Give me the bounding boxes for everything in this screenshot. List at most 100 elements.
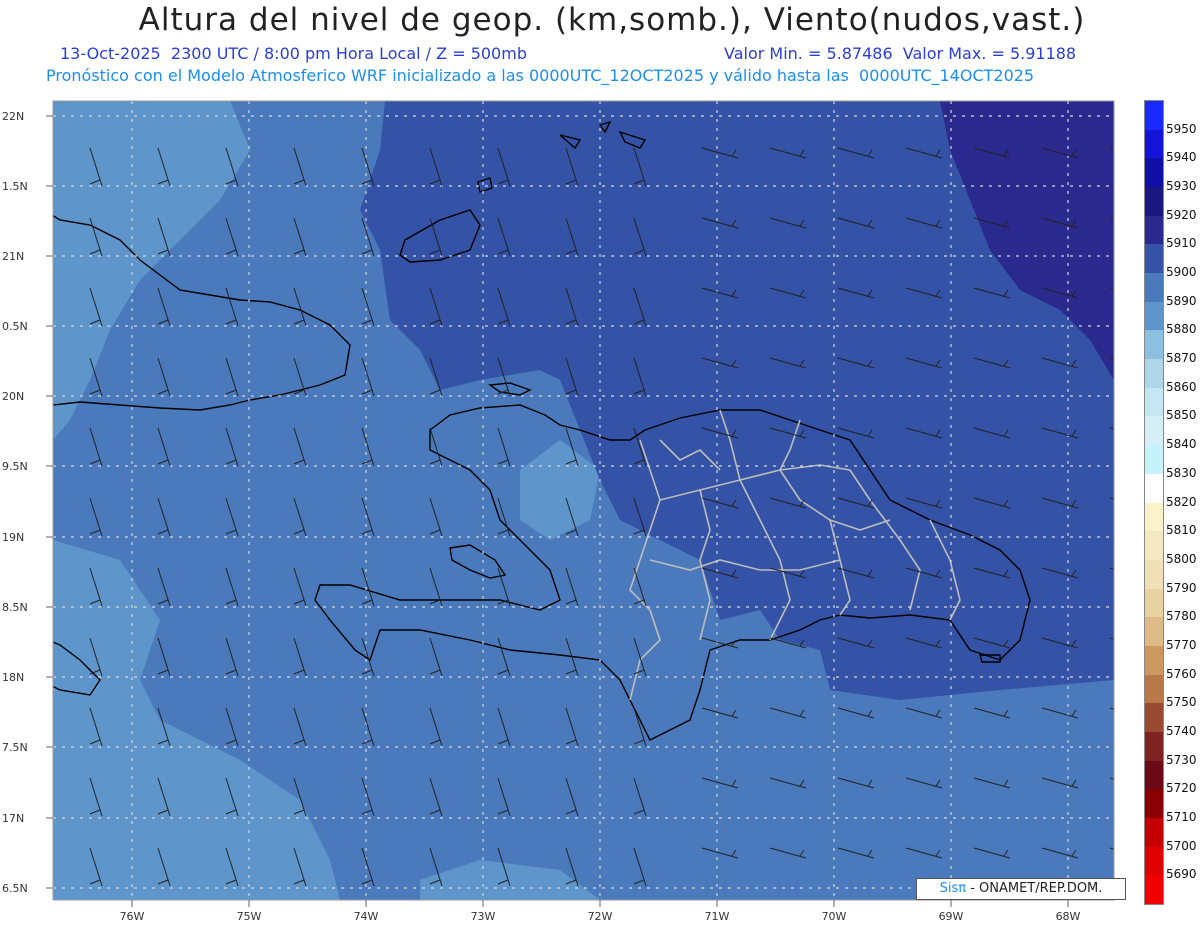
colorbar-label: 5920 [1166, 207, 1197, 222]
wind-barb [498, 918, 510, 927]
colorbar-label: 5810 [1166, 523, 1197, 538]
colorbar-label: 5900 [1166, 265, 1197, 280]
lon-label: 68W [1056, 910, 1081, 923]
wind-barb [1109, 847, 1114, 850]
lon-label: 70W [822, 910, 847, 923]
colorbar-label: 5890 [1166, 293, 1197, 308]
lat-label: 0.5N [2, 320, 28, 333]
credit-box: Sisπ - ONAMET/REP.DOM. [916, 878, 1126, 900]
colorbar-swatch [1145, 588, 1163, 618]
colorbar-swatch [1145, 473, 1163, 503]
lat-label: 20N [2, 390, 24, 403]
colorbar-swatch [1145, 359, 1163, 389]
colorbar-swatch [1145, 502, 1163, 532]
credit-text: - ONAMET/REP.DOM. [966, 881, 1103, 896]
colorbar-swatch [1145, 387, 1163, 417]
colorbar-label: 5720 [1166, 781, 1197, 796]
colorbar-swatch [1145, 101, 1163, 131]
lon-label: 76W [120, 910, 145, 923]
colorbar-label: 5870 [1166, 351, 1197, 366]
lat-label: 1.5N [2, 180, 28, 193]
wind-barb [1109, 497, 1114, 500]
colorbar-swatch [1145, 789, 1163, 819]
colorbar-label: 5770 [1166, 637, 1197, 652]
lat-label: 19N [2, 531, 24, 544]
colorbar-swatch [1145, 215, 1163, 245]
colorbar-swatch [1145, 703, 1163, 733]
colorbar-swatch [1145, 244, 1163, 274]
colorbar-label: 5930 [1166, 179, 1197, 194]
colorbar-swatch [1145, 158, 1163, 188]
colorbar-label: 5880 [1166, 322, 1197, 337]
wind-barb [1109, 217, 1114, 220]
colorbar-swatch [1145, 531, 1163, 561]
lon-label: 69W [939, 910, 964, 923]
colorbar-swatch [1145, 817, 1163, 848]
colorbar-label: 5830 [1166, 465, 1197, 480]
colorbar-label: 5850 [1166, 408, 1197, 423]
colorbar-label: 5800 [1166, 551, 1197, 566]
lon-labels: 76W 75W 74W 73W 72W 71W 70W 69W 68W [120, 910, 1081, 923]
wind-barb [1109, 427, 1114, 430]
lat-label: 6.5N [2, 882, 28, 895]
colorbar-swatch [1145, 416, 1163, 446]
colorbar-label: 5910 [1166, 236, 1197, 251]
wind-barb [1109, 567, 1114, 570]
colorbar-label: 5840 [1166, 437, 1197, 452]
lon-label: 75W [237, 910, 262, 923]
wind-barb [430, 918, 442, 927]
lon-label: 71W [705, 910, 730, 923]
colorbar-label: 5940 [1166, 150, 1197, 165]
colorbar-swatch [1145, 760, 1163, 790]
colorbar-label: 5860 [1166, 379, 1197, 394]
wind-barb [1110, 918, 1146, 927]
colorbar-label: 5710 [1166, 809, 1197, 824]
wind-barb [634, 918, 646, 927]
lon-label: 72W [588, 910, 613, 923]
wind-barb [1109, 147, 1114, 150]
lon-label: 74W [354, 910, 379, 923]
lat-labels: 22N 1.5N 21N 0.5N 20N 9.5N 19N 8.5N 18N … [2, 110, 28, 895]
wind-barb [1109, 707, 1114, 710]
wind-barb [1109, 777, 1114, 780]
lat-label: 18N [2, 671, 24, 684]
colorbar-label: 5760 [1166, 666, 1197, 681]
wind-barb [770, 918, 806, 927]
wind-barb [906, 918, 942, 927]
colorbar-label: 5750 [1166, 695, 1197, 710]
lat-label: 8.5N [2, 601, 28, 614]
colorbar-swatch [1145, 129, 1163, 159]
wind-barb [1109, 357, 1114, 360]
wind-barb [158, 918, 170, 927]
colorbar-swatch [1145, 875, 1163, 905]
wind-barb [1109, 287, 1114, 290]
colorbar-label: 5730 [1166, 752, 1197, 767]
colorbar-swatch [1145, 617, 1163, 647]
lat-label: 17N [2, 812, 24, 825]
colorbar-label: 5690 [1166, 867, 1197, 882]
colorbar-label: 5700 [1166, 838, 1197, 853]
colorbar-swatch [1145, 187, 1163, 217]
wind-barb [90, 918, 102, 927]
lon-label: 73W [471, 910, 496, 923]
colorbar-swatch [1145, 559, 1163, 590]
credit-brand: Sisπ [939, 881, 967, 896]
colorbar-swatch [1145, 301, 1163, 331]
colorbar-swatch [1145, 273, 1163, 303]
colorbar-swatch [1145, 645, 1163, 676]
lat-label: 7.5N [2, 741, 28, 754]
wind-barb [974, 918, 1010, 927]
colorbar-swatch [1145, 330, 1163, 360]
forecast-map: 22N 1.5N 21N 0.5N 20N 9.5N 19N 8.5N 18N … [2, 100, 1146, 927]
wind-barb [1109, 637, 1114, 640]
colorbar-label: 5950 [1166, 121, 1197, 136]
colorbar-label: 5820 [1166, 494, 1197, 509]
lat-label: 21N [2, 250, 24, 263]
colorbar-swatch [1145, 846, 1163, 876]
colorbar-label: 5790 [1166, 580, 1197, 595]
colorbar-swatch [1145, 674, 1163, 704]
wind-barb [566, 918, 578, 927]
lat-label: 22N [2, 110, 24, 123]
lat-label: 9.5N [2, 460, 28, 473]
colorbar-label: 5780 [1166, 609, 1197, 624]
